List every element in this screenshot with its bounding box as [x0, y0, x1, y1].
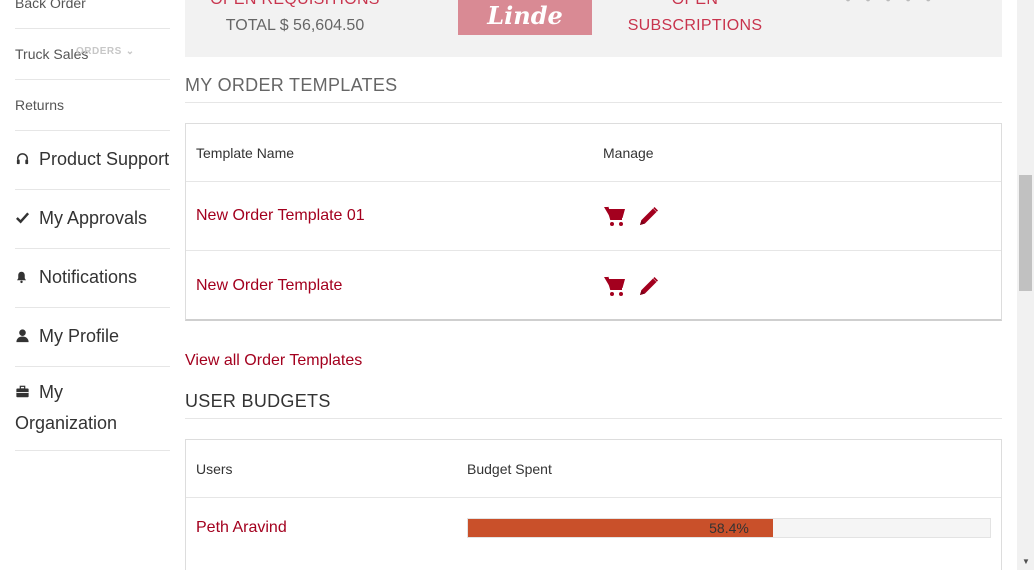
summary-bar: OPEN REQUISITIONS TOTAL $ 56,604.50 Lind… [185, 0, 1002, 57]
sidebar-item-label: My Profile [39, 326, 120, 346]
headset-icon [15, 146, 33, 175]
add-to-cart-icon[interactable] [603, 274, 627, 298]
column-header-budget-spent: Budget Spent [467, 460, 552, 477]
order-templates-table: Template Name Manage New Order Template … [185, 123, 1002, 321]
sidebar-item-label: Back Order [15, 0, 86, 11]
sidebar-item-my-approvals[interactable]: My Approvals [15, 190, 170, 249]
social-icon[interactable]: ● [905, 0, 925, 5]
user-budgets-table: Users Budget Spent Peth Aravind 58.4% [185, 439, 1002, 570]
briefcase-icon [15, 378, 33, 408]
sidebar-item-product-support[interactable]: Product Support [15, 131, 170, 190]
edit-pencil-icon[interactable] [637, 204, 661, 228]
open-requisitions-total: TOTAL $ 56,604.50 [225, 17, 365, 34]
edit-pencil-icon[interactable] [637, 274, 661, 298]
sidebar-item-returns[interactable]: Returns [15, 80, 170, 131]
social-icon[interactable]: ● [925, 0, 945, 5]
sidebar-item-label: My Approvals [39, 208, 148, 228]
template-name-link[interactable]: New Order Template [196, 277, 342, 295]
open-requisitions-summary[interactable]: OPEN REQUISITIONS TOTAL $ 56,604.50 [205, 0, 385, 36]
table-row: New Order Template [186, 251, 1001, 320]
orders-dropdown-toggle[interactable]: ORDERS ⌄ [76, 46, 135, 57]
order-templates-title: MY ORDER TEMPLATES [185, 75, 1002, 103]
scroll-down-arrow-icon[interactable]: ▼ [1022, 557, 1030, 566]
social-icon[interactable]: ● [865, 0, 885, 5]
user-budgets-title: USER BUDGETS [185, 391, 1002, 419]
scrollbar-thumb[interactable] [1019, 175, 1032, 291]
orders-toggle-label: ORDERS [76, 46, 122, 57]
sidebar-item-back-order[interactable]: Back Order [15, 0, 170, 29]
open-subscriptions-line2: SUBSCRIPTIONS [627, 17, 763, 34]
vertical-scrollbar[interactable]: ▼ [1017, 0, 1034, 570]
budget-progress-bar: 58.4% [467, 518, 991, 538]
sidebar-item-label: Product Support [39, 149, 170, 169]
column-header-template-name: Template Name [196, 144, 295, 161]
sidebar-item-label-line2: Organization [15, 413, 118, 433]
social-icon[interactable]: ● [845, 0, 865, 5]
sidebar: Back Order Truck Sales Returns Product S… [15, 0, 170, 451]
linde-logo: Linde [458, 0, 592, 35]
manage-actions [603, 274, 661, 298]
manage-actions [603, 204, 661, 228]
sidebar-item-label: My [39, 382, 63, 402]
bell-icon [15, 264, 33, 293]
open-subscriptions-line1: OPEN [615, 0, 775, 10]
column-header-manage: Manage [603, 144, 654, 161]
sidebar-item-my-organization[interactable]: My Organization [15, 367, 170, 451]
budget-progress-label: 58.4% [709, 520, 749, 536]
table-row: Peth Aravind 58.4% [186, 498, 1001, 558]
column-header-users: Users [196, 460, 233, 477]
sidebar-item-label: Returns [15, 97, 65, 113]
social-icon[interactable]: ● [885, 0, 905, 5]
open-subscriptions-summary[interactable]: OPEN SUBSCRIPTIONS [615, 0, 775, 36]
user-icon [15, 323, 33, 352]
table-row: New Order Template 01 [186, 182, 1001, 251]
template-name-link[interactable]: New Order Template 01 [196, 207, 365, 225]
view-all-order-templates-link[interactable]: View all Order Templates [185, 352, 362, 370]
table-header-row: Template Name Manage [186, 124, 1001, 182]
open-requisitions-label: OPEN REQUISITIONS [205, 0, 385, 10]
add-to-cart-icon[interactable] [603, 204, 627, 228]
user-name-link[interactable]: Peth Aravind [196, 519, 287, 537]
sidebar-item-my-profile[interactable]: My Profile [15, 308, 170, 367]
table-header-row: Users Budget Spent [186, 440, 1001, 498]
check-icon [15, 205, 33, 234]
sidebar-item-notifications[interactable]: Notifications [15, 249, 170, 308]
chevron-down-icon: ⌄ [125, 46, 135, 57]
sidebar-item-label: Notifications [39, 267, 138, 287]
social-icons: ●●●●● [845, 0, 945, 5]
